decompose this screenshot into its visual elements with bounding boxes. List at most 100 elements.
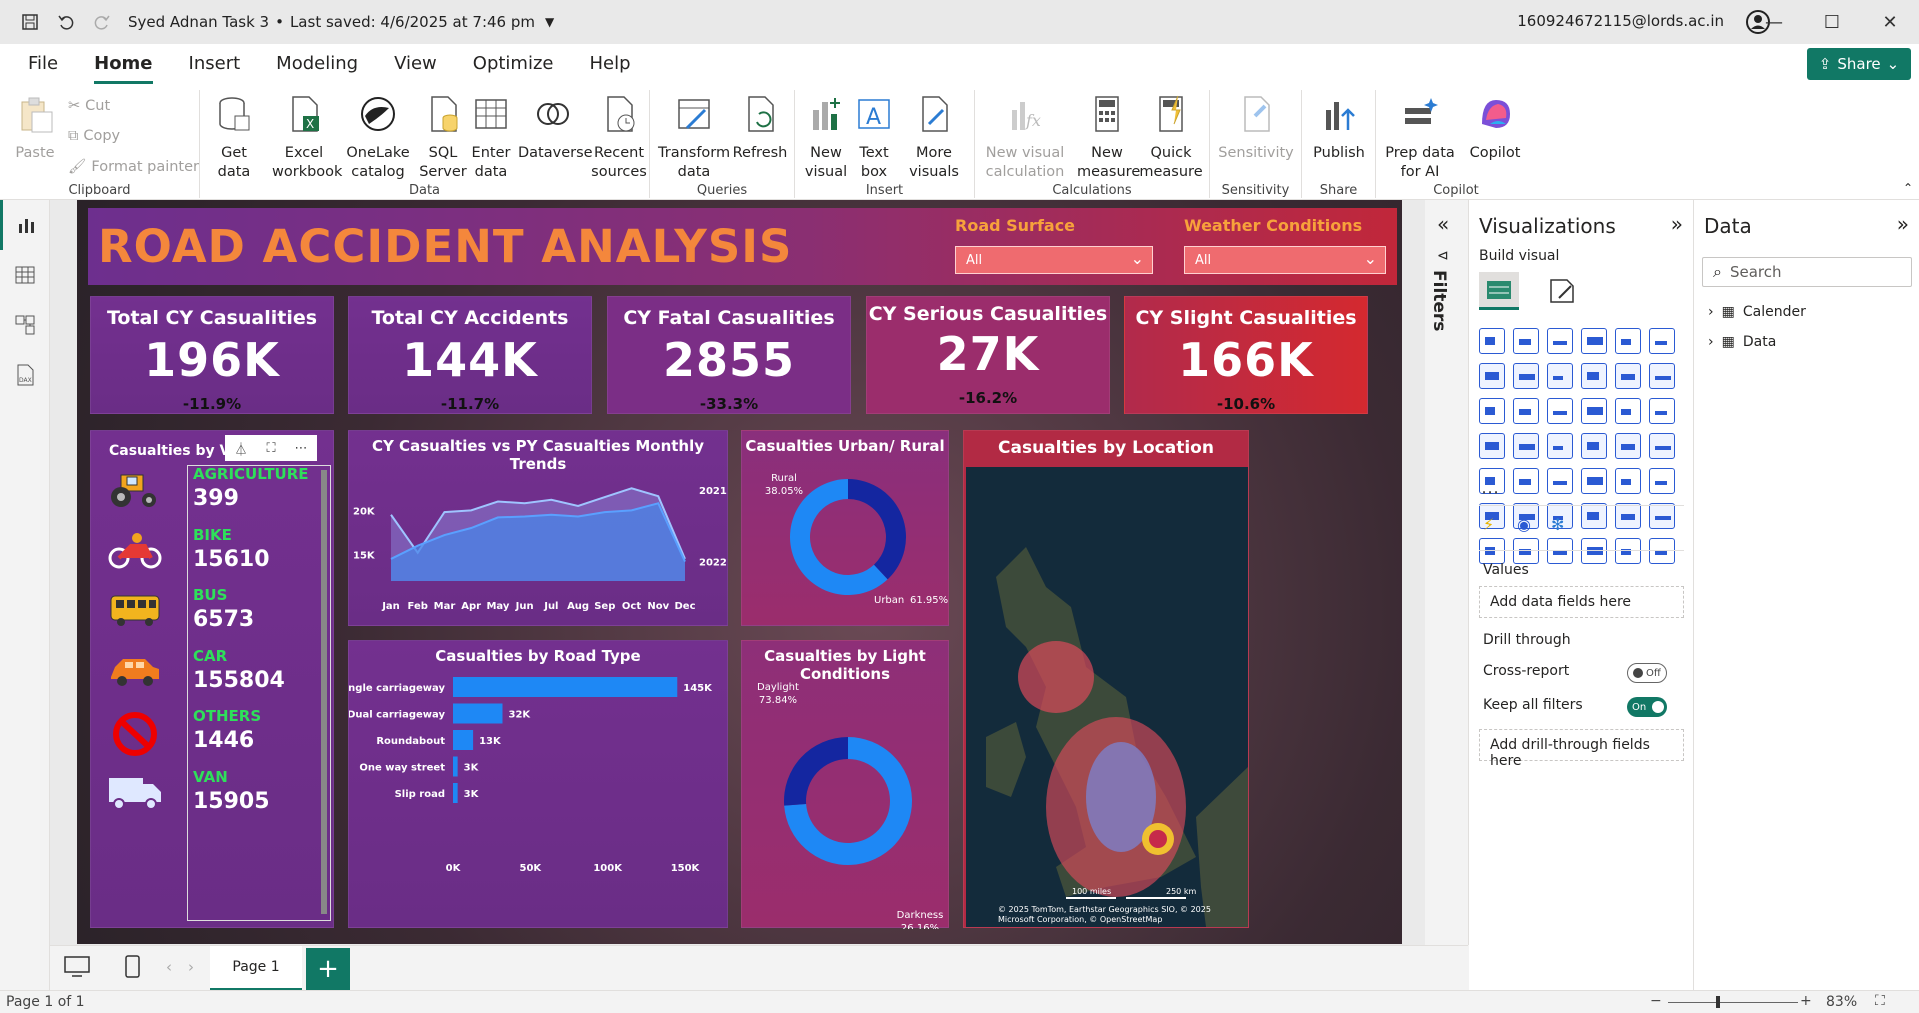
format-painter-button[interactable]: 🖌 Format painter: [68, 158, 199, 176]
cut-button[interactable]: ✂ Cut: [68, 98, 110, 114]
undo-icon[interactable]: [48, 0, 84, 44]
key-influencers-icon[interactable]: ✻: [1551, 515, 1564, 534]
sql-server-button[interactable]: SQL Server: [418, 94, 468, 182]
stacked-column-visual-icon[interactable]: [1513, 328, 1539, 354]
shape-map-visual-icon[interactable]: [1615, 538, 1641, 564]
copy-button[interactable]: ⧉ Copy: [68, 128, 120, 144]
donut-visual-icon[interactable]: [1649, 398, 1675, 424]
drill-through-drop-zone[interactable]: Add drill-through fields here: [1479, 729, 1684, 769]
ai-visual-spark-icon[interactable]: ⚡: [1483, 515, 1494, 534]
title-dropdown-icon[interactable]: ▼: [545, 15, 554, 29]
add-page-button[interactable]: +: [306, 948, 350, 990]
location-map-panel[interactable]: Casualties by Location 100 miles 250 km …: [963, 430, 1249, 928]
vehicle-list-scrollbar[interactable]: [321, 470, 327, 914]
focus-mode-icon[interactable]: ⛶: [266, 441, 275, 456]
monthly-trend-chart[interactable]: CY Casualties vs PY Casualties Monthly T…: [348, 430, 728, 626]
account-email[interactable]: 160924672115@lords.ac.in: [1517, 12, 1724, 30]
ribbon-visual-icon[interactable]: [1479, 398, 1505, 424]
maximize-button[interactable]: ☐: [1803, 0, 1861, 44]
publish-button[interactable]: Publish: [1308, 94, 1370, 163]
desktop-layout-icon[interactable]: [64, 956, 90, 982]
paginated-visual-icon[interactable]: [1649, 503, 1675, 529]
menu-insert[interactable]: Insert: [171, 53, 259, 84]
arrow-visual-icon[interactable]: [1649, 538, 1675, 564]
data-table-data[interactable]: › ▦ Data: [1708, 334, 1776, 350]
menu-home[interactable]: Home: [76, 53, 170, 84]
narrative-visual-icon[interactable]: [1615, 503, 1641, 529]
menu-modeling[interactable]: Modeling: [258, 53, 376, 84]
100-area-visual-icon[interactable]: [1581, 363, 1607, 389]
table-visual-icon[interactable]: [1581, 468, 1607, 494]
waterfall-visual-icon[interactable]: [1513, 398, 1539, 424]
light-conditions-chart[interactable]: Casualties by Light Conditions Daylight 7…: [741, 640, 949, 929]
100-column-visual-icon[interactable]: [1649, 328, 1675, 354]
map-visual-icon[interactable]: [1513, 433, 1539, 459]
road-type-chart[interactable]: Casualties by Road Type Single carriagew…: [348, 640, 728, 928]
funnel-visual-icon[interactable]: [1547, 398, 1573, 424]
urban-rural-chart[interactable]: Casualties Urban/ Rural Rural 38.05% Urban…: [741, 430, 949, 626]
slicer-road-surface-dropdown[interactable]: All ⌄: [955, 246, 1153, 274]
data-search-input[interactable]: ⌕ Search: [1702, 257, 1912, 287]
filters-pane-collapsed[interactable]: « ⊲ Filters: [1425, 200, 1469, 945]
line-column-visual-icon[interactable]: [1615, 363, 1641, 389]
power-automate-visual-icon[interactable]: [1581, 538, 1607, 564]
kpi-fatal-casualties[interactable]: CY Fatal Casualities 2855 -33.3%: [607, 296, 851, 414]
card-visual-icon[interactable]: [1649, 433, 1675, 459]
zoom-slider[interactable]: [1668, 1002, 1798, 1003]
scatter-visual-icon[interactable]: [1581, 398, 1607, 424]
onelake-catalog-button[interactable]: OneLake catalog: [342, 94, 414, 182]
share-button[interactable]: ⇪ Share ⌄: [1807, 48, 1911, 80]
save-icon[interactable]: [12, 0, 48, 44]
fit-to-page-icon[interactable]: ⛶: [1875, 993, 1885, 1009]
power-apps-visual-icon[interactable]: [1479, 538, 1505, 564]
report-page-visual-icon[interactable]: [1547, 538, 1573, 564]
enter-data-button[interactable]: Enter data: [468, 94, 514, 182]
quick-measure-button[interactable]: Quick measure: [1139, 94, 1203, 182]
more-visuals-ellipsis[interactable]: ⋯: [1481, 482, 1499, 503]
get-data-button[interactable]: Get data: [212, 94, 256, 182]
collapse-ribbon-icon[interactable]: ⌃: [1903, 181, 1913, 195]
data-table-calender[interactable]: › ▦ Calender: [1708, 304, 1806, 320]
keep-filters-toggle[interactable]: On: [1627, 697, 1667, 717]
prev-page-icon[interactable]: ‹: [166, 958, 172, 976]
clustered-bar-visual-icon[interactable]: [1547, 328, 1573, 354]
area-visual-icon[interactable]: [1513, 363, 1539, 389]
document-title[interactable]: Syed Adnan Task 3: [128, 13, 269, 31]
menu-help[interactable]: Help: [572, 53, 649, 84]
recent-sources-button[interactable]: Recent sources: [588, 94, 650, 182]
zoom-in-button[interactable]: +: [1800, 993, 1812, 1009]
page-tab-1[interactable]: Page 1: [210, 946, 302, 991]
metrics-visual-icon[interactable]: [1513, 538, 1539, 564]
next-page-icon[interactable]: ›: [188, 958, 194, 976]
redo-icon[interactable]: [84, 0, 120, 44]
kpi-total-accidents[interactable]: Total CY Accidents 144K -11.7%: [348, 296, 592, 414]
more-visuals-button[interactable]: More visuals: [901, 94, 967, 182]
menu-optimize[interactable]: Optimize: [455, 53, 572, 84]
filter-icon[interactable]: ⏃: [234, 439, 247, 458]
collapse-viz-icon[interactable]: »: [1671, 212, 1683, 236]
minimize-button[interactable]: —: [1745, 0, 1803, 44]
stacked-bar-visual-icon[interactable]: [1479, 328, 1505, 354]
new-visual-button[interactable]: New visual: [803, 94, 849, 182]
menu-file[interactable]: File: [10, 53, 76, 84]
r-visual-visual-icon[interactable]: [1649, 468, 1675, 494]
matrix-visual-icon[interactable]: [1615, 468, 1641, 494]
paste-button[interactable]: Paste: [12, 94, 58, 163]
table-view-icon[interactable]: [0, 250, 50, 300]
format-visual-tab[interactable]: [1547, 276, 1577, 310]
build-visual-tab[interactable]: [1479, 272, 1519, 310]
treemap-visual-icon[interactable]: [1479, 433, 1505, 459]
copilot-button[interactable]: Copilot: [1462, 94, 1528, 163]
prep-data-for-ai-button[interactable]: Prep data for AI: [1380, 94, 1460, 182]
qa-visual-icon[interactable]: [1581, 503, 1607, 529]
vehicle-casualties-panel[interactable]: Casualties by Ve ⏃ ⛶ ⋯ AGRICULTURE 399 BIKE 1…: [90, 430, 334, 928]
values-drop-zone[interactable]: Add data fields here: [1479, 586, 1684, 618]
gauge-visual-icon[interactable]: [1615, 433, 1641, 459]
menu-view[interactable]: View: [376, 53, 455, 84]
dax-query-view-icon[interactable]: DAX: [0, 350, 50, 400]
line-visual-icon[interactable]: [1479, 363, 1505, 389]
transform-data-button[interactable]: Transform data: [658, 94, 730, 182]
kpi-slight-casualties[interactable]: CY Slight Casualities 166K -10.6%: [1124, 296, 1368, 414]
refresh-button[interactable]: Refresh: [732, 94, 788, 163]
stacked-area-visual-icon[interactable]: [1547, 363, 1573, 389]
